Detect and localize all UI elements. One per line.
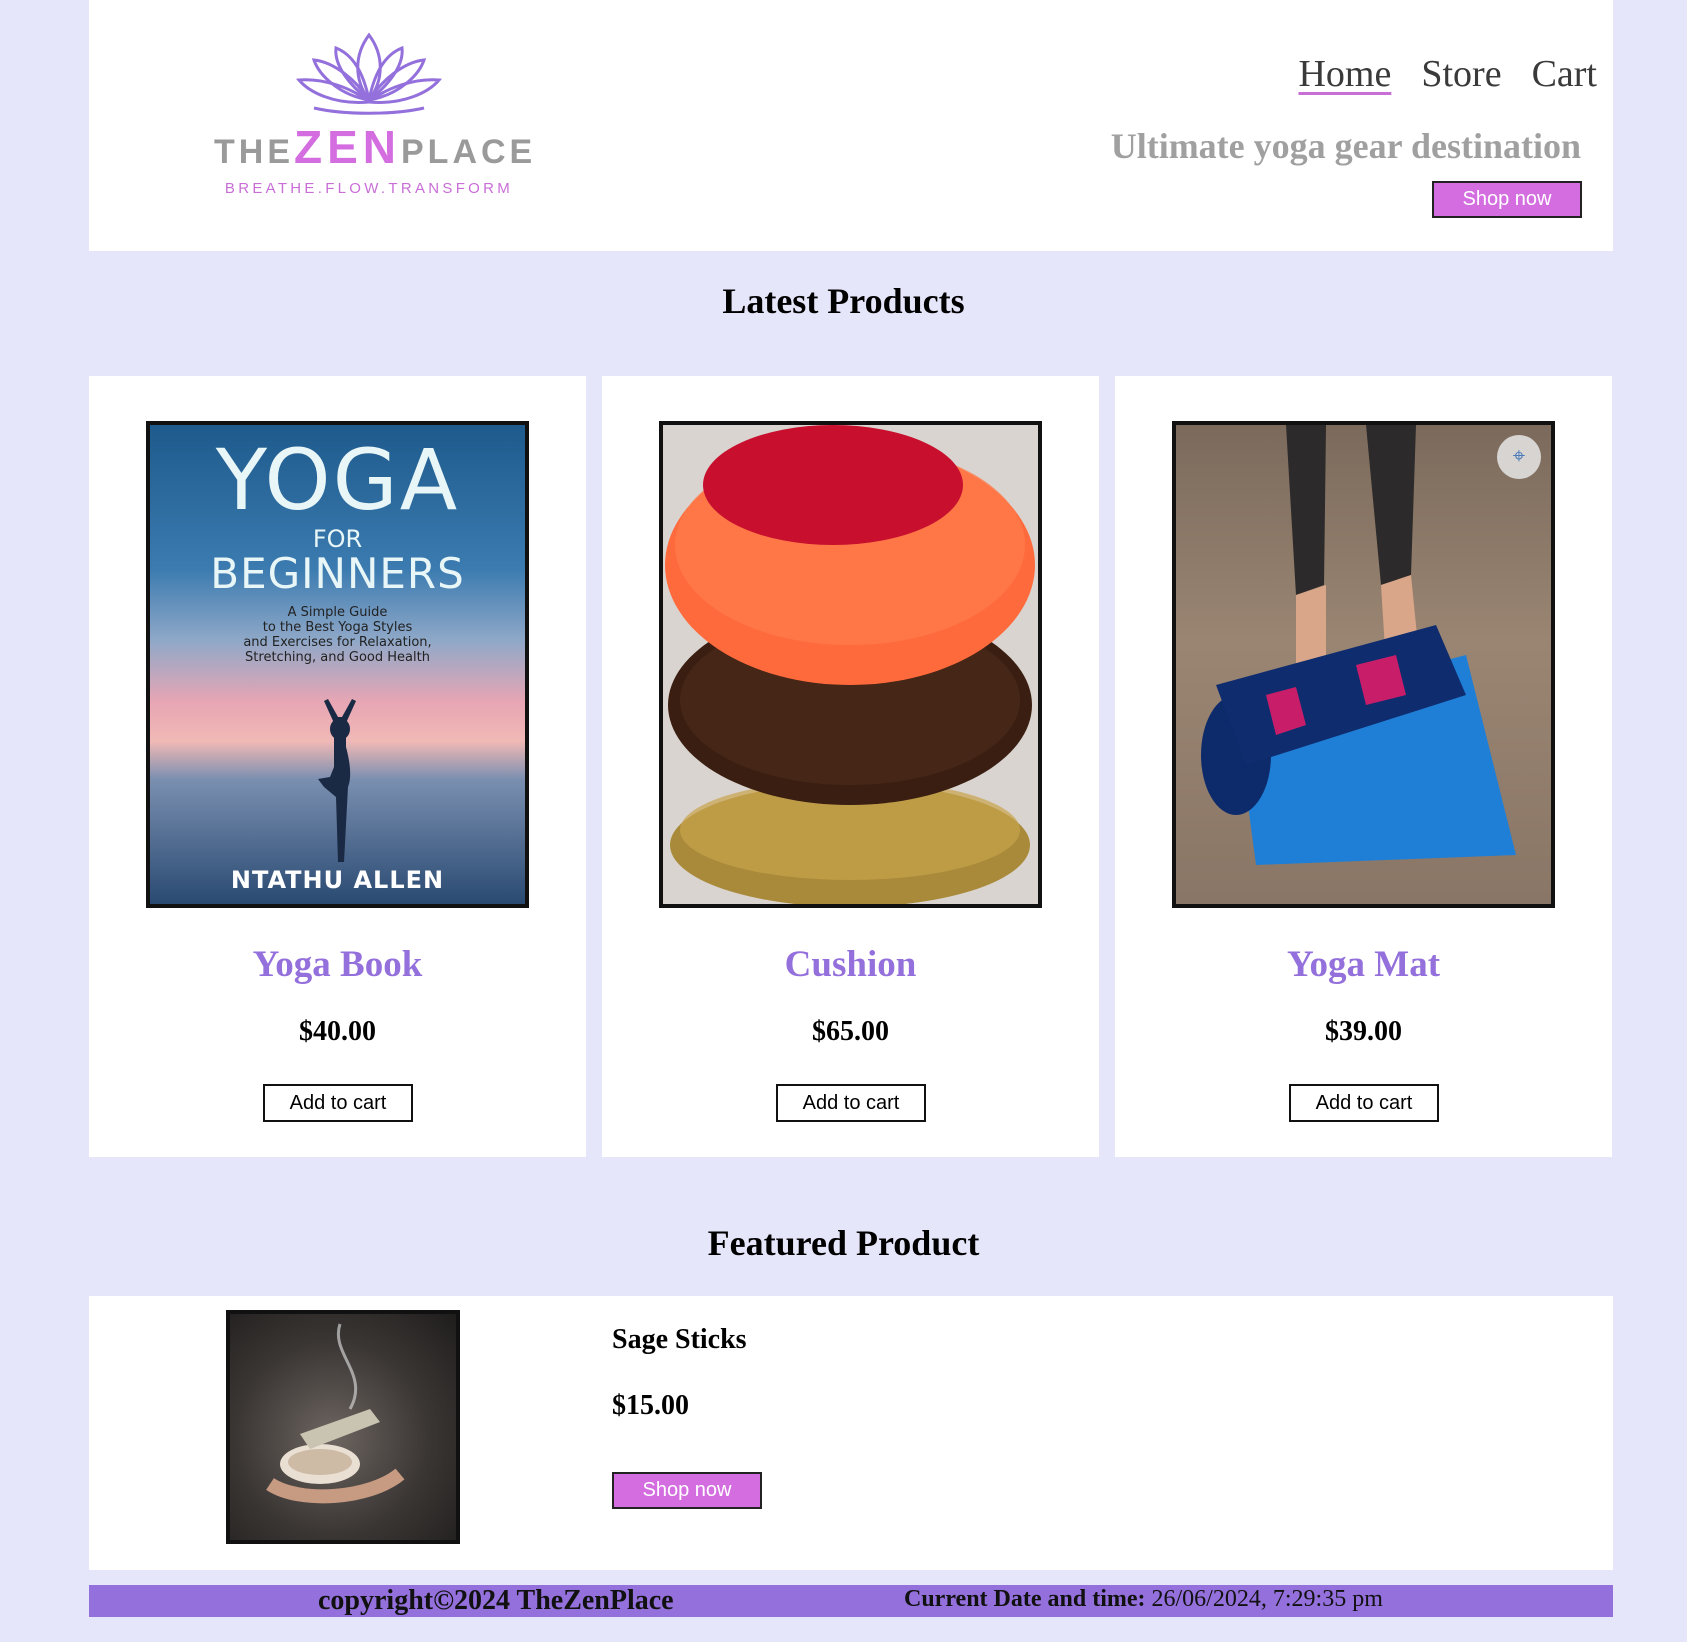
cushion-stack-illustration: [665, 425, 1035, 904]
nav-home[interactable]: Home: [1298, 52, 1391, 96]
nav-cart[interactable]: Cart: [1532, 52, 1597, 96]
product-price: $39.00: [1325, 1016, 1402, 1047]
yoga-mat-illustration: [1201, 425, 1516, 865]
logo-the: THE: [214, 133, 294, 171]
yoga-book-image[interactable]: YOGA FOR BEGINNERS A Simple Guide to the…: [146, 421, 529, 908]
datetime-label: Current Date and time:: [904, 1586, 1146, 1612]
cover-subtitle-line: to the Best Yoga Styles: [262, 620, 413, 635]
product-name[interactable]: Yoga Mat: [1115, 943, 1612, 986]
add-to-cart-button[interactable]: Add to cart: [1289, 1084, 1439, 1122]
product-price: $65.00: [812, 1016, 889, 1047]
yoga-pose-silhouette: [318, 699, 356, 862]
cover-author: NTATHU ALLEN: [230, 866, 445, 894]
cover-title-beginners: BEGINNERS: [210, 549, 465, 598]
cover-subtitle: A Simple Guide to the Best Yoga Styles a…: [150, 605, 525, 665]
cushion-image[interactable]: [659, 421, 1042, 908]
site-header: THEZENPLACE BREATHE.FLOW.TRANSFORM Home …: [89, 0, 1613, 251]
latest-products-title: Latest Products: [722, 281, 965, 321]
sage-illustration: [266, 1323, 405, 1504]
product-grid: YOGA FOR BEGINNERS A Simple Guide to the…: [89, 376, 1613, 1157]
datetime-value: 26/06/2024, 7:29:35 pm: [1151, 1586, 1383, 1612]
featured-shop-now-button[interactable]: Shop now: [612, 1472, 762, 1509]
logo-place: PLACE: [401, 133, 537, 171]
site-footer: copyright©2024 TheZenPlace Current Date …: [89, 1585, 1613, 1617]
copyright-text: copyright©2024 TheZenPlace: [318, 1585, 674, 1616]
yoga-mat-image[interactable]: ⌖: [1172, 421, 1555, 908]
current-datetime: Current Date and time: 26/06/2024, 7:29:…: [904, 1585, 1383, 1613]
lotus-icon: [295, 32, 443, 115]
site-logo[interactable]: THEZENPLACE BREATHE.FLOW.TRANSFORM: [214, 20, 532, 197]
nav-store[interactable]: Store: [1421, 52, 1501, 96]
hero-shop-now-button[interactable]: Shop now: [1432, 181, 1582, 218]
logo-wordmark: THEZENPLACE: [214, 120, 532, 174]
cover-subtitle-line: A Simple Guide: [287, 605, 388, 620]
featured-product-card: Sage Sticks $15.00 Shop now: [89, 1296, 1613, 1570]
product-price: $40.00: [299, 1016, 376, 1047]
cover-subtitle-line: and Exercises for Relaxation,: [243, 635, 432, 650]
add-to-cart-button[interactable]: Add to cart: [776, 1084, 926, 1122]
main-nav: Home Store Cart: [1298, 52, 1597, 96]
sage-sticks-image[interactable]: [226, 1310, 460, 1544]
product-card: ⌖ Yoga Mat $39.00 Add to cart: [1115, 376, 1612, 1157]
product-card: YOGA FOR BEGINNERS A Simple Guide to the…: [89, 376, 586, 1157]
visual-search-icon[interactable]: ⌖: [1497, 435, 1541, 479]
cover-title-yoga: YOGA: [215, 431, 460, 529]
add-to-cart-button[interactable]: Add to cart: [263, 1084, 413, 1122]
logo-tagline: BREATHE.FLOW.TRANSFORM: [224, 180, 514, 197]
product-name[interactable]: Cushion: [602, 943, 1099, 986]
logo-zen: ZEN: [294, 121, 401, 173]
hero-tagline: Ultimate yoga gear destination: [1110, 126, 1581, 166]
product-card: Cushion $65.00 Add to cart: [602, 376, 1099, 1157]
cover-subtitle-line: Stretching, and Good Health: [245, 650, 430, 665]
featured-product-title: Featured Product: [707, 1223, 980, 1263]
product-name[interactable]: Yoga Book: [89, 943, 586, 986]
featured-product-price: $15.00: [612, 1390, 689, 1421]
featured-product-name[interactable]: Sage Sticks: [612, 1324, 747, 1356]
